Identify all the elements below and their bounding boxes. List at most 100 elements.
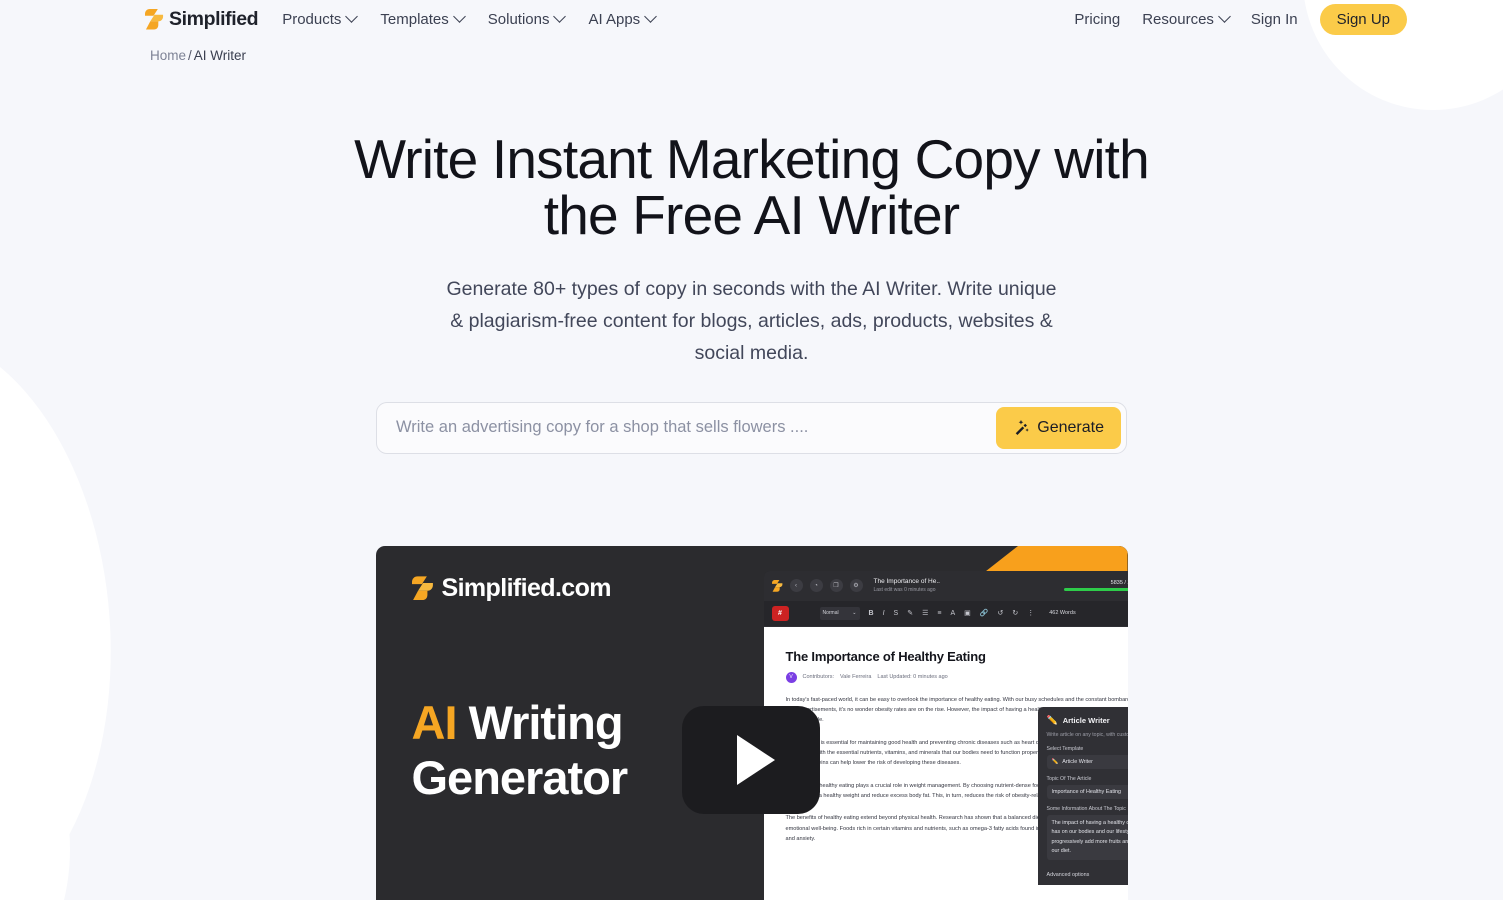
nav-item-label: AI Apps <box>588 10 641 28</box>
image-icon[interactable]: ▣ <box>964 609 971 617</box>
nav-item-ai-apps[interactable]: AI Apps <box>588 9 658 28</box>
link-icon[interactable]: 🔗 <box>980 609 989 617</box>
prompt-bar: Generate <box>376 401 1127 454</box>
chevron-down-icon <box>452 9 466 23</box>
editor-document-title-block: The Importance of He.. Last edit was 0 m… <box>874 578 940 594</box>
more-icon[interactable]: ⋮ <box>1027 609 1034 617</box>
select-template-label: Select Template <box>1047 746 1128 752</box>
last-updated: Last Updated: 0 minutes ago <box>877 674 948 681</box>
sign-up-button[interactable]: Sign Up <box>1319 3 1407 35</box>
credits-meter: 5835 / 252000 credits used <box>1063 580 1128 592</box>
editor-last-edit: Last edit was 0 minutes ago <box>873 586 936 593</box>
settings-gear-icon[interactable]: ⚙ <box>849 579 863 593</box>
template-select[interactable]: ✏️ Article Writer ⌄ <box>1046 754 1128 769</box>
template-value: Article Writer <box>1062 758 1093 765</box>
text-style-value: Normal <box>822 610 839 617</box>
decorative-wave-left-lower <box>0 640 70 900</box>
nav-item-products[interactable]: Products <box>282 9 359 28</box>
breadcrumb-current: AI Writer <box>193 48 247 63</box>
video-headline: AI Writing Generator <box>411 695 629 806</box>
panel-title: Article Writer <box>1062 715 1110 725</box>
advanced-options-row[interactable]: Advanced options <box>1047 870 1128 885</box>
copy-icon[interactable]: ❐ <box>829 579 843 593</box>
text-color-icon[interactable]: A <box>950 610 955 617</box>
info-label: Some Information About The Topic <box>1046 805 1126 812</box>
top-navigation-bar: Simplified Products Templates Solutions … <box>0 0 1503 38</box>
video-brand-text: Simplified.com <box>441 573 612 602</box>
video-preview-card[interactable]: Simplified.com AI Writing Generator ‹ ◔ … <box>375 545 1128 900</box>
chevron-down-icon: ⌄ <box>852 610 857 617</box>
breadcrumb-separator: / <box>188 48 192 63</box>
topic-value: Importance of Healthy Eating <box>1051 788 1122 795</box>
strikethrough-icon[interactable]: S <box>894 610 899 617</box>
chevron-down-icon <box>345 9 359 23</box>
decorative-wave-left <box>0 318 131 900</box>
simplified-logo-icon <box>771 579 782 592</box>
sign-in-label: Sign In <box>1250 10 1298 28</box>
magic-wand-icon <box>1016 419 1030 436</box>
chevron-down-icon <box>553 9 567 23</box>
nav-item-resources[interactable]: Resources <box>1142 9 1231 28</box>
panel-header: ✏️ Article Writer ⌃ <box>1047 715 1128 726</box>
info-label-row: Some Information About The Topic 29/240 … <box>1047 806 1128 812</box>
primary-nav-links: Products Templates Solutions AI Apps <box>282 9 658 28</box>
prompt-input[interactable] <box>382 418 997 438</box>
article-meta: V Contributors: Vale Ferreira Last Updat… <box>785 671 1128 683</box>
editor-toolbar: # Normal ⌄ B I S ✎ ☰ ≡ A ▣ 🔗 ↺ ↻ ⋮ 462 W… <box>763 600 1128 627</box>
panel-description: Write article on any topic, with custom … <box>1046 731 1128 738</box>
chevron-down-icon <box>1218 9 1231 23</box>
back-arrow-icon[interactable]: ‹ <box>789 579 803 593</box>
redo-icon[interactable]: ↻ <box>1012 609 1018 617</box>
undo-icon[interactable]: ↺ <box>997 609 1003 617</box>
topic-input[interactable]: Importance of Healthy Eating <box>1046 784 1128 799</box>
bold-icon[interactable]: B <box>869 610 874 617</box>
hero-subtitle: Generate 80+ types of copy in seconds wi… <box>446 278 1057 364</box>
brand-name: Simplified <box>169 7 259 30</box>
video-headline-line2: Generator <box>411 750 629 804</box>
video-brand: Simplified.com <box>411 573 612 603</box>
nav-item-label: Resources <box>1142 10 1214 28</box>
text-style-select[interactable]: Normal ⌄ <box>819 606 860 620</box>
credits-value: 5835 / 252000 <box>1110 580 1128 587</box>
nav-item-solutions[interactable]: Solutions <box>488 9 567 27</box>
list-icon[interactable]: ☰ <box>922 609 928 617</box>
play-button[interactable] <box>681 705 820 814</box>
nav-item-pricing[interactable]: Pricing <box>1074 12 1120 27</box>
breadcrumb-home-link[interactable]: Home <box>150 48 186 63</box>
hero-section: Write Instant Marketing Copy with the Fr… <box>0 63 1503 370</box>
avatar: V <box>785 671 797 683</box>
word-count: 462 Words <box>1049 610 1076 617</box>
editor-document-title: The Importance of He.. <box>873 577 940 585</box>
generate-button[interactable]: Generate <box>996 406 1121 449</box>
nav-item-templates[interactable]: Templates <box>380 9 466 27</box>
logo[interactable]: Simplified <box>145 7 259 31</box>
italic-icon[interactable]: I <box>883 610 885 617</box>
nav-item-label: Pricing <box>1074 10 1121 28</box>
info-textarea[interactable]: The impact of having a healthy diet, the… <box>1046 814 1128 861</box>
pencil-icon: ✏️ <box>1046 714 1058 725</box>
article-title: The Importance of Healthy Eating <box>785 648 986 664</box>
align-icon[interactable]: ≡ <box>937 610 941 617</box>
topic-label-row: Topic Of The Article 4/20 Words <box>1047 776 1128 782</box>
pencil-icon: ✏️ <box>1051 758 1059 765</box>
history-clock-icon[interactable]: ◔ <box>809 579 823 593</box>
brand-kit-icon[interactable]: # <box>771 605 789 621</box>
simplified-logo-icon <box>411 575 433 600</box>
chevron-down-icon <box>644 9 658 23</box>
nav-item-label: Products <box>282 10 342 28</box>
advanced-options-label: Advanced options <box>1046 871 1090 878</box>
video-headline-rest: Writing <box>468 695 624 749</box>
editor-top-bar: ‹ ◔ ❐ ⚙ The Importance of He.. Last edit… <box>763 570 1128 601</box>
topic-label: Topic Of The Article <box>1046 775 1092 782</box>
contributor-name: Vale Ferreira <box>840 674 872 681</box>
simplified-logo-icon <box>145 8 164 29</box>
video-headline-accent: AI <box>411 695 458 749</box>
article-writer-panel: ✏️ Article Writer ⌃ Write article on any… <box>1037 706 1128 886</box>
breadcrumb: Home / AI Writer <box>0 38 1503 63</box>
secondary-nav-links: Pricing Resources Sign In Sign Up <box>1074 3 1407 35</box>
select-template-label-text: Select Template <box>1046 745 1084 752</box>
sign-in-link[interactable]: Sign In <box>1251 12 1298 27</box>
play-icon <box>736 734 775 785</box>
highlight-icon[interactable]: ✎ <box>907 609 913 617</box>
generate-button-label: Generate <box>1037 418 1104 436</box>
